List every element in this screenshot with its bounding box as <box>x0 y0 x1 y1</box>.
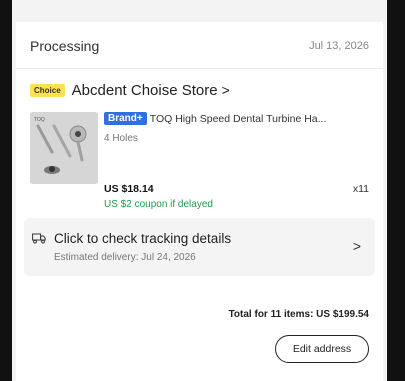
estimated-delivery: Estimated delivery: Jul 24, 2026 <box>54 252 196 263</box>
order-status: Processing <box>30 38 100 54</box>
chevron-right-icon: > <box>221 82 230 98</box>
store-name: Abcdent Choise Store <box>71 81 218 99</box>
tracking-title: Click to check tracking details <box>54 231 232 246</box>
order-header: Processing Jul 13, 2026 <box>30 38 369 56</box>
order-total: Total for 11 items: US $199.54 <box>228 309 369 320</box>
store-link[interactable]: Choice Abcdent Choise Store > <box>30 80 230 100</box>
product-title-line: Brand+ TOQ High Speed Dental Turbine Ha.… <box>104 112 371 125</box>
left-frame-edge <box>0 0 12 381</box>
truck-icon <box>32 233 46 244</box>
product-thumbnail[interactable]: TOQ <box>30 112 98 184</box>
order-date: Jul 13, 2026 <box>309 40 369 52</box>
edit-address-button[interactable]: Edit address <box>275 335 369 363</box>
thumbnail-brand-text: TOQ <box>34 117 45 123</box>
product-variant: 4 Holes <box>104 133 138 144</box>
tracking-details-button[interactable]: Click to check tracking details Estimate… <box>24 218 375 276</box>
choice-badge: Choice <box>30 83 65 97</box>
order-list-background: Processing Jul 13, 2026 Choice Abcdent C… <box>12 0 387 381</box>
header-divider <box>16 68 383 69</box>
product-details[interactable]: Brand+ TOQ High Speed Dental Turbine Ha.… <box>104 112 371 144</box>
product-quantity: x11 <box>352 183 369 195</box>
product-price: US $18.14 <box>104 183 154 195</box>
order-card: Processing Jul 13, 2026 Choice Abcdent C… <box>16 22 383 381</box>
right-frame-edge <box>387 0 405 381</box>
brand-plus-badge: Brand+ <box>104 112 147 125</box>
chevron-right-icon: > <box>352 238 361 254</box>
dental-handpiece-image: TOQ <box>30 112 98 184</box>
delay-coupon-note: US $2 coupon if delayed <box>104 199 213 210</box>
product-title: TOQ High Speed Dental Turbine Ha... <box>149 112 327 125</box>
